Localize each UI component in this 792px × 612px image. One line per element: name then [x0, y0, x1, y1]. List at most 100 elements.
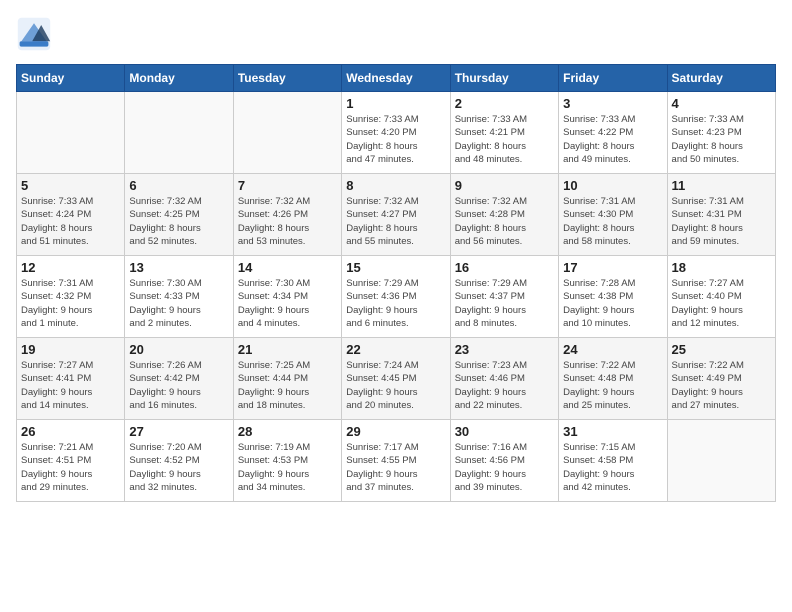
calendar-cell: [17, 92, 125, 174]
calendar-cell: 21 Sunrise: 7:25 AM Sunset: 4:44 PM Dayli…: [233, 338, 341, 420]
calendar-cell: 4 Sunrise: 7:33 AM Sunset: 4:23 PM Daylig…: [667, 92, 775, 174]
day-info: Sunrise: 7:29 AM Sunset: 4:36 PM Dayligh…: [346, 277, 445, 330]
calendar-cell: 13 Sunrise: 7:30 AM Sunset: 4:33 PM Dayli…: [125, 256, 233, 338]
calendar-cell: 19Sunrise: 7:27 AM Sunset: 4:41 PM Dayli…: [17, 338, 125, 420]
calendar-cell: 11 Sunrise: 7:31 AM Sunset: 4:31 PM Dayli…: [667, 174, 775, 256]
calendar-cell: [667, 420, 775, 502]
calendar-cell: 14 Sunrise: 7:30 AM Sunset: 4:34 PM Dayli…: [233, 256, 341, 338]
weekday-header-monday: Monday: [125, 65, 233, 92]
calendar-cell: 22 Sunrise: 7:24 AM Sunset: 4:45 PM Dayli…: [342, 338, 450, 420]
weekday-header-thursday: Thursday: [450, 65, 558, 92]
day-info: Sunrise: 7:33 AM Sunset: 4:22 PM Dayligh…: [563, 113, 662, 166]
calendar-cell: [125, 92, 233, 174]
calendar-cell: 6 Sunrise: 7:32 AM Sunset: 4:25 PM Daylig…: [125, 174, 233, 256]
calendar-cell: 27Sunrise: 7:20 AM Sunset: 4:52 PM Dayli…: [125, 420, 233, 502]
day-info: Sunrise: 7:23 AM Sunset: 4:46 PM Dayligh…: [455, 359, 554, 412]
day-info: Sunrise: 7:22 AM Sunset: 4:49 PM Dayligh…: [672, 359, 771, 412]
day-number: 18: [672, 260, 771, 275]
day-info: Sunrise: 7:16 AM Sunset: 4:56 PM Dayligh…: [455, 441, 554, 494]
day-number: 1: [346, 96, 445, 111]
day-number: 21: [238, 342, 337, 357]
day-number: 6: [129, 178, 228, 193]
day-info: Sunrise: 7:33 AM Sunset: 4:23 PM Dayligh…: [672, 113, 771, 166]
day-number: 19: [21, 342, 120, 357]
calendar-cell: [233, 92, 341, 174]
day-number: 30: [455, 424, 554, 439]
calendar-cell: 30 Sunrise: 7:16 AM Sunset: 4:56 PM Dayli…: [450, 420, 558, 502]
calendar-cell: 1Sunrise: 7:33 AM Sunset: 4:20 PM Daylig…: [342, 92, 450, 174]
day-info: Sunrise: 7:32 AM Sunset: 4:26 PM Dayligh…: [238, 195, 337, 248]
calendar-cell: 24 Sunrise: 7:22 AM Sunset: 4:48 PM Dayli…: [559, 338, 667, 420]
day-info: Sunrise: 7:30 AM Sunset: 4:33 PM Dayligh…: [129, 277, 228, 330]
calendar-cell: 2 Sunrise: 7:33 AM Sunset: 4:21 PM Daylig…: [450, 92, 558, 174]
day-number: 7: [238, 178, 337, 193]
day-number: 11: [672, 178, 771, 193]
day-info: Sunrise: 7:27 AM Sunset: 4:40 PM Dayligh…: [672, 277, 771, 330]
day-info: Sunrise: 7:21 AM Sunset: 4:51 PM Dayligh…: [21, 441, 120, 494]
weekday-header-friday: Friday: [559, 65, 667, 92]
day-info: Sunrise: 7:24 AM Sunset: 4:45 PM Dayligh…: [346, 359, 445, 412]
weekday-header-saturday: Saturday: [667, 65, 775, 92]
calendar-cell: 7 Sunrise: 7:32 AM Sunset: 4:26 PM Daylig…: [233, 174, 341, 256]
day-info: Sunrise: 7:30 AM Sunset: 4:34 PM Dayligh…: [238, 277, 337, 330]
day-number: 29: [346, 424, 445, 439]
day-info: Sunrise: 7:31 AM Sunset: 4:32 PM Dayligh…: [21, 277, 120, 330]
weekday-header-wednesday: Wednesday: [342, 65, 450, 92]
day-info: Sunrise: 7:32 AM Sunset: 4:28 PM Dayligh…: [455, 195, 554, 248]
day-number: 20: [129, 342, 228, 357]
day-info: Sunrise: 7:31 AM Sunset: 4:31 PM Dayligh…: [672, 195, 771, 248]
day-number: 26: [21, 424, 120, 439]
day-info: Sunrise: 7:28 AM Sunset: 4:38 PM Dayligh…: [563, 277, 662, 330]
page-header: [16, 16, 776, 52]
day-info: Sunrise: 7:29 AM Sunset: 4:37 PM Dayligh…: [455, 277, 554, 330]
day-number: 25: [672, 342, 771, 357]
day-number: 4: [672, 96, 771, 111]
calendar-cell: 12 Sunrise: 7:31 AM Sunset: 4:32 PM Dayli…: [17, 256, 125, 338]
weekday-header-sunday: Sunday: [17, 65, 125, 92]
day-number: 12: [21, 260, 120, 275]
day-number: 17: [563, 260, 662, 275]
day-number: 15: [346, 260, 445, 275]
day-number: 10: [563, 178, 662, 193]
day-info: Sunrise: 7:15 AM Sunset: 4:58 PM Dayligh…: [563, 441, 662, 494]
day-number: 2: [455, 96, 554, 111]
day-info: Sunrise: 7:31 AM Sunset: 4:30 PM Dayligh…: [563, 195, 662, 248]
day-number: 28: [238, 424, 337, 439]
calendar-cell: 23 Sunrise: 7:23 AM Sunset: 4:46 PM Dayli…: [450, 338, 558, 420]
calendar-cell: 29 Sunrise: 7:17 AM Sunset: 4:55 PM Dayli…: [342, 420, 450, 502]
day-number: 8: [346, 178, 445, 193]
day-info: Sunrise: 7:33 AM Sunset: 4:24 PM Dayligh…: [21, 195, 120, 248]
day-number: 16: [455, 260, 554, 275]
calendar-cell: 9 Sunrise: 7:32 AM Sunset: 4:28 PM Daylig…: [450, 174, 558, 256]
calendar-cell: 25 Sunrise: 7:22 AM Sunset: 4:49 PM Dayli…: [667, 338, 775, 420]
day-number: 31: [563, 424, 662, 439]
day-info: Sunrise: 7:22 AM Sunset: 4:48 PM Dayligh…: [563, 359, 662, 412]
logo-icon: [16, 16, 52, 52]
calendar-cell: 20 Sunrise: 7:26 AM Sunset: 4:42 PM Dayli…: [125, 338, 233, 420]
logo: [16, 16, 58, 52]
day-info: Sunrise: 7:32 AM Sunset: 4:27 PM Dayligh…: [346, 195, 445, 248]
day-number: 13: [129, 260, 228, 275]
day-info: Sunrise: 7:17 AM Sunset: 4:55 PM Dayligh…: [346, 441, 445, 494]
day-info: Sunrise: 7:26 AM Sunset: 4:42 PM Dayligh…: [129, 359, 228, 412]
day-number: 9: [455, 178, 554, 193]
day-number: 23: [455, 342, 554, 357]
day-info: Sunrise: 7:32 AM Sunset: 4:25 PM Dayligh…: [129, 195, 228, 248]
day-number: 14: [238, 260, 337, 275]
calendar-cell: 8 Sunrise: 7:32 AM Sunset: 4:27 PM Daylig…: [342, 174, 450, 256]
calendar-cell: 17 Sunrise: 7:28 AM Sunset: 4:38 PM Dayli…: [559, 256, 667, 338]
day-number: 22: [346, 342, 445, 357]
calendar-cell: 5 Sunrise: 7:33 AM Sunset: 4:24 PM Daylig…: [17, 174, 125, 256]
calendar-cell: 28 Sunrise: 7:19 AM Sunset: 4:53 PM Dayli…: [233, 420, 341, 502]
day-number: 3: [563, 96, 662, 111]
day-number: 24: [563, 342, 662, 357]
day-info: Sunrise: 7:25 AM Sunset: 4:44 PM Dayligh…: [238, 359, 337, 412]
calendar-table: SundayMondayTuesdayWednesdayThursdayFrid…: [16, 64, 776, 502]
day-info: Sunrise: 7:19 AM Sunset: 4:53 PM Dayligh…: [238, 441, 337, 494]
day-number: 5: [21, 178, 120, 193]
calendar-cell: 10 Sunrise: 7:31 AM Sunset: 4:30 PM Dayli…: [559, 174, 667, 256]
day-info: Sunrise: 7:20 AM Sunset: 4:52 PM Dayligh…: [129, 441, 228, 494]
calendar-cell: 3 Sunrise: 7:33 AM Sunset: 4:22 PM Daylig…: [559, 92, 667, 174]
day-info: Sunrise: 7:33 AM Sunset: 4:21 PM Dayligh…: [455, 113, 554, 166]
calendar-cell: 31 Sunrise: 7:15 AM Sunset: 4:58 PM Dayli…: [559, 420, 667, 502]
